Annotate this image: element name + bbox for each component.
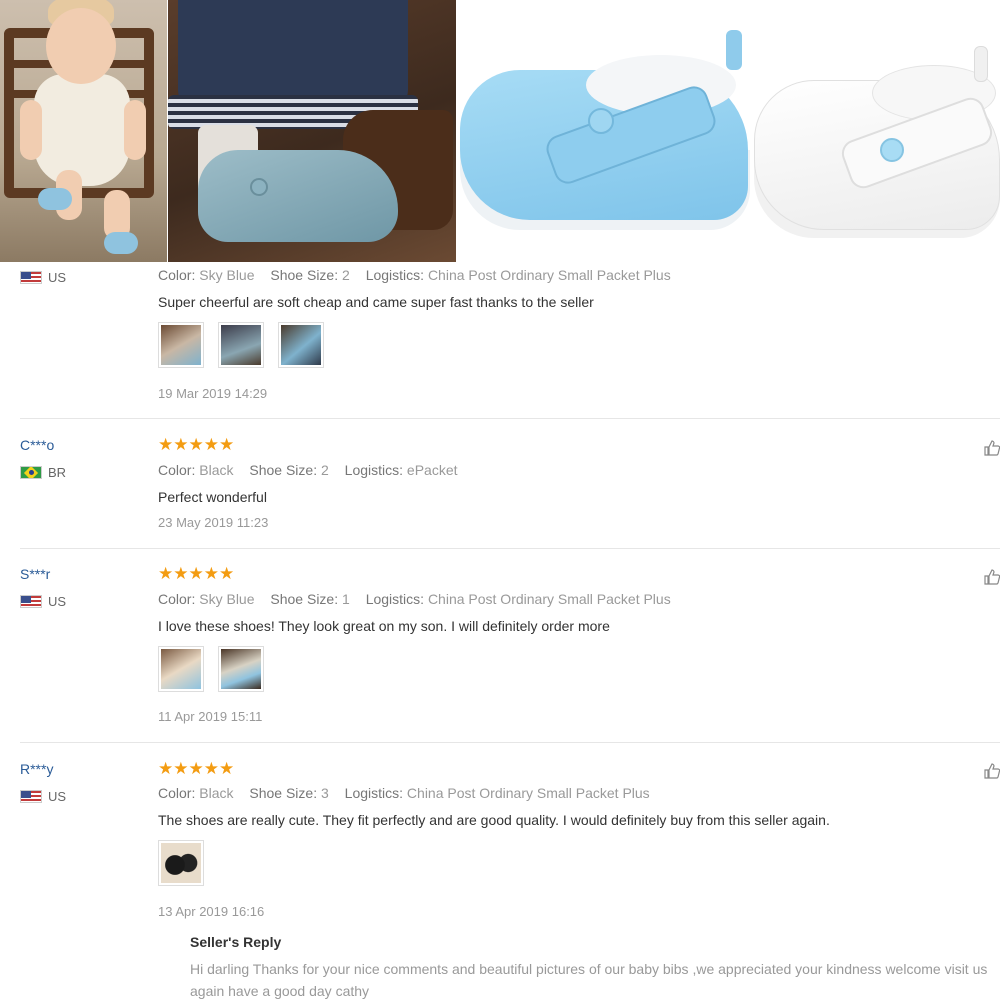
review-date: 19 Mar 2019 14:29 bbox=[158, 386, 268, 401]
thumbs-up-icon[interactable] bbox=[984, 763, 1000, 779]
size-value: 2 bbox=[342, 267, 350, 283]
star-rating: ★★★★★ bbox=[158, 759, 235, 778]
review-attributes: Color: Sky Blue Shoe Size: 1 Logistics: … bbox=[158, 591, 671, 607]
review-photo-thumbnail[interactable] bbox=[218, 646, 264, 692]
review-photos bbox=[158, 322, 324, 368]
review-photo-thumbnail[interactable] bbox=[278, 322, 324, 368]
us-flag-icon bbox=[20, 595, 42, 608]
reviewer-name: R***y bbox=[20, 761, 54, 777]
color-label: Color: bbox=[158, 785, 196, 801]
jeans bbox=[178, 0, 408, 110]
logistics-value: China Post Ordinary Small Packet Plus bbox=[406, 785, 650, 801]
baby-on-chair-photo[interactable] bbox=[0, 0, 167, 262]
feet-wearing-shoes-photo[interactable] bbox=[168, 0, 456, 262]
white-shoe-photo[interactable] bbox=[752, 0, 1000, 262]
logistics-label: Logistics: bbox=[365, 267, 425, 283]
size-value: 2 bbox=[320, 462, 329, 478]
shoe-button bbox=[880, 138, 904, 162]
country-code: US bbox=[48, 270, 67, 285]
review-photo-thumbnail[interactable] bbox=[158, 322, 204, 368]
logistics-label: Logistics: bbox=[344, 462, 404, 478]
baby-arm bbox=[124, 100, 146, 160]
seller-reply-title: Seller's Reply bbox=[190, 934, 282, 950]
country-code: BR bbox=[48, 465, 67, 480]
reviewer-country: US bbox=[20, 270, 66, 285]
country-code: US bbox=[48, 789, 67, 804]
heel-tab bbox=[974, 46, 988, 82]
color-label: Color: bbox=[158, 462, 196, 478]
size-label: Shoe Size: bbox=[249, 785, 318, 801]
review-divider bbox=[20, 418, 1000, 419]
thumbs-up-icon[interactable] bbox=[984, 440, 1000, 456]
reviewer-country: US bbox=[20, 594, 66, 609]
color-value: Sky Blue bbox=[199, 267, 255, 283]
color-label: Color: bbox=[158, 267, 196, 283]
baby-arm bbox=[20, 100, 42, 160]
reviewer-name: S***r bbox=[20, 566, 51, 582]
review-text: I love these shoes! They look great on m… bbox=[158, 618, 610, 634]
review-attributes: Color: Black Shoe Size: 2 Logistics: ePa… bbox=[158, 462, 458, 478]
review-text: The shoes are really cute. They fit perf… bbox=[158, 812, 830, 828]
review-photo-thumbnail[interactable] bbox=[158, 840, 204, 886]
baby-romper bbox=[34, 74, 130, 186]
product-photo-banner bbox=[0, 0, 1000, 262]
us-flag-icon bbox=[20, 271, 42, 284]
reviewer-country: BR bbox=[20, 465, 66, 480]
color-value: Black bbox=[199, 785, 234, 801]
reviewer-name: C***o bbox=[20, 437, 55, 453]
review-text: Super cheerful are soft cheap and came s… bbox=[158, 294, 594, 310]
logistics-label: Logistics: bbox=[365, 591, 425, 607]
review-date: 23 May 2019 11:23 bbox=[158, 515, 269, 530]
review-photo-thumbnail[interactable] bbox=[158, 646, 204, 692]
blue-baby-shoe bbox=[198, 150, 398, 242]
review-attributes: Color: Black Shoe Size: 3 Logistics: Chi… bbox=[158, 785, 650, 801]
color-label: Color: bbox=[158, 591, 196, 607]
review-date: 13 Apr 2019 16:16 bbox=[158, 904, 265, 919]
size-value: 1 bbox=[342, 591, 350, 607]
review-photos bbox=[158, 646, 264, 692]
review-divider bbox=[20, 548, 1000, 549]
brazil-flag-icon bbox=[20, 466, 42, 479]
review-photo-thumbnail[interactable] bbox=[218, 322, 264, 368]
thumbs-up-icon[interactable] bbox=[984, 569, 1000, 585]
baby-shoe bbox=[104, 232, 138, 254]
color-value: Black bbox=[199, 462, 234, 478]
baby-face bbox=[46, 8, 116, 84]
heel-tab bbox=[726, 30, 742, 70]
review-divider bbox=[20, 742, 1000, 743]
star-rating: ★★★★★ bbox=[158, 435, 235, 454]
logistics-value: ePacket bbox=[406, 462, 458, 478]
seller-reply-text: Hi darling Thanks for your nice comments… bbox=[190, 961, 988, 999]
star-rating: ★★★★★ bbox=[158, 564, 235, 583]
review-attributes: Color: Sky Blue Shoe Size: 2 Logistics: … bbox=[158, 267, 671, 283]
baby-shoe bbox=[38, 188, 72, 210]
size-value: 3 bbox=[320, 785, 329, 801]
country-code: US bbox=[48, 594, 67, 609]
review-date: 11 Apr 2019 15:11 bbox=[158, 709, 263, 724]
size-label: Shoe Size: bbox=[270, 591, 339, 607]
size-label: Shoe Size: bbox=[270, 267, 339, 283]
logistics-value: China Post Ordinary Small Packet Plus bbox=[427, 591, 671, 607]
sky-blue-shoe-photo[interactable] bbox=[456, 0, 752, 262]
shoe-button bbox=[250, 178, 268, 196]
shoe-button bbox=[588, 108, 614, 134]
review-text: Perfect wonderful bbox=[158, 489, 267, 505]
us-flag-icon bbox=[20, 790, 42, 803]
size-label: Shoe Size: bbox=[249, 462, 318, 478]
reviewer-country: US bbox=[20, 789, 66, 804]
review-photos bbox=[158, 840, 204, 886]
logistics-value: China Post Ordinary Small Packet Plus bbox=[427, 267, 671, 283]
logistics-label: Logistics: bbox=[344, 785, 404, 801]
color-value: Sky Blue bbox=[199, 591, 255, 607]
